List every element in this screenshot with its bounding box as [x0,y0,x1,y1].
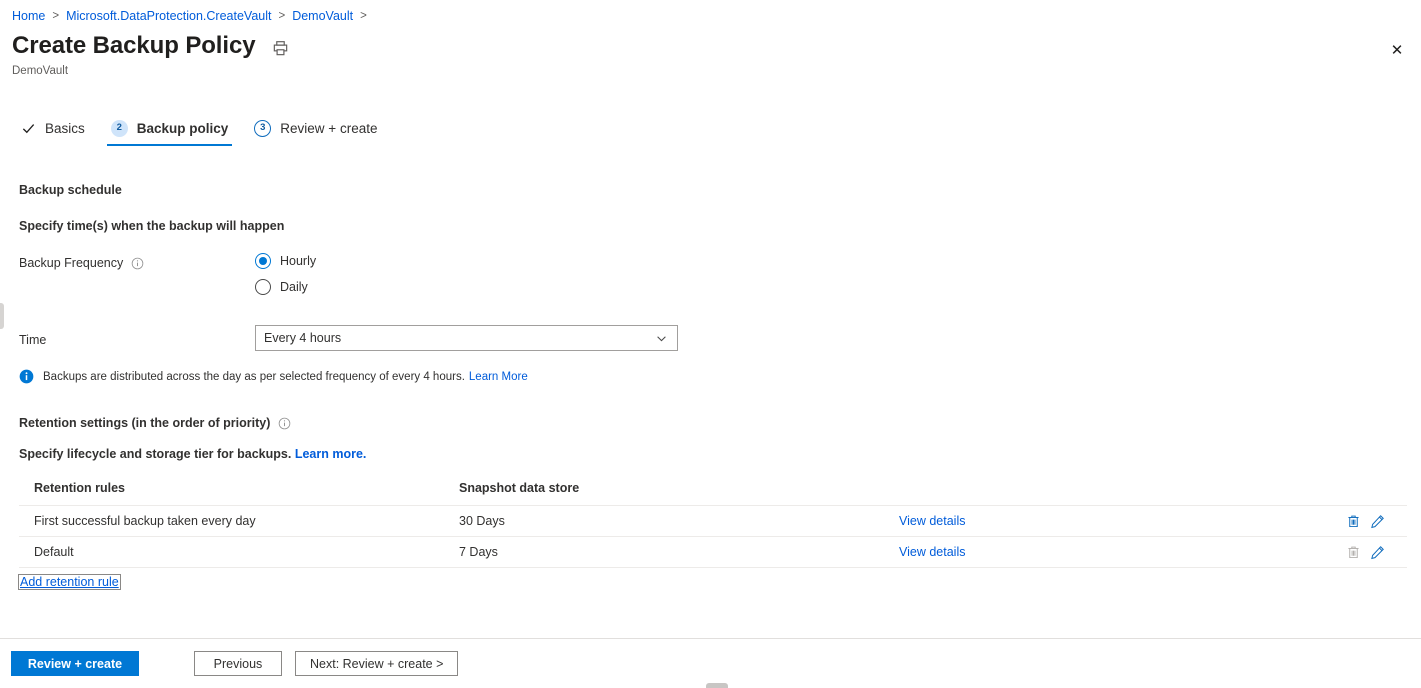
view-details-link[interactable]: View details [899,545,965,559]
info-circle-icon[interactable] [131,257,144,270]
radio-hourly-label: Hourly [280,254,317,268]
resize-handle[interactable] [706,683,728,688]
backup-schedule-heading: Backup schedule [19,183,122,197]
breadcrumb-item-demovault[interactable]: DemoVault [292,9,353,23]
pencil-icon[interactable] [1370,514,1385,529]
tab-basics[interactable]: Basics [17,112,89,144]
column-header-actions [1219,481,1407,495]
view-details-link[interactable]: View details [899,514,965,528]
breadcrumb-separator-icon: > [360,10,367,22]
tab-review-create-label: Review + create [280,120,378,136]
wizard-footer: Review + create Previous Next: Review + … [0,638,1421,688]
learn-more-retention-link[interactable]: Learn more. [295,447,367,461]
retention-settings-subtitle: Specify lifecycle and storage tier for b… [19,447,292,461]
tab-basics-label: Basics [45,120,85,136]
page-subtitle: DemoVault [12,65,69,77]
retention-rules-table: Retention rules Snapshot data store Firs… [19,481,1407,568]
printer-icon[interactable] [272,40,289,57]
breadcrumb-item-home[interactable]: Home [12,9,45,23]
backup-schedule-subheading: Specify time(s) when the backup will hap… [19,219,285,233]
backup-frequency-label: Backup Frequency [19,256,124,270]
column-header-details [899,481,1219,495]
time-select-value: Every 4 hours [264,331,342,345]
radio-daily-mark [255,279,271,295]
table-header-row: Retention rules Snapshot data store [19,481,1407,506]
info-circle-icon[interactable] [278,417,291,430]
frequency-info-banner-text: Backups are distributed across the day a… [43,370,465,383]
check-icon [21,121,36,136]
radio-daily-label: Daily [280,280,308,294]
row-snapshot-store: 7 Days [459,545,498,559]
radio-hourly-mark [255,253,271,269]
backup-frequency-radio-group: Hourly Daily [255,253,316,295]
trash-icon[interactable] [1346,514,1361,529]
column-header-snapshot-data-store: Snapshot data store [459,481,580,495]
breadcrumb: Home > Microsoft.DataProtection.CreateVa… [12,9,374,23]
radio-hourly[interactable]: Hourly [255,253,316,269]
table-row: First successful backup taken every day … [19,506,1407,537]
create-backup-policy-blade: Home > Microsoft.DataProtection.CreateVa… [0,0,1421,688]
breadcrumb-separator-icon: > [52,10,60,22]
tab-backup-policy-label: Backup policy [136,120,229,136]
retention-settings-subheading: Specify lifecycle and storage tier for b… [19,447,1421,461]
radio-daily[interactable]: Daily [255,279,316,295]
learn-more-link[interactable]: Learn More [469,371,528,383]
review-create-button[interactable]: Review + create [11,651,139,676]
form-body: Backup schedule Specify time(s) when the… [0,183,1421,591]
backup-frequency-row: Backup Frequency Hourly Daily [19,253,1421,295]
row-rule-name: First successful backup taken every day [34,514,256,528]
retention-settings-heading: Retention settings (in the order of prio… [19,416,1421,430]
panel-edge-handle [0,303,4,329]
close-icon[interactable]: ✕ [1385,38,1409,62]
step-badge-2: 2 [110,119,128,137]
trash-icon [1346,545,1361,560]
add-retention-rule-link[interactable]: Add retention rule [18,574,121,590]
time-label: Time [19,332,47,347]
pencil-icon[interactable] [1370,545,1385,560]
frequency-info-banner: Backups are distributed across the day a… [19,369,1421,384]
previous-button[interactable]: Previous [194,651,282,676]
time-row: Time Every 4 hours [19,325,1421,351]
step-badge-3: 3 [254,119,272,137]
row-rule-name: Default [34,545,74,559]
title-row: Create Backup Policy [12,31,289,61]
tab-backup-policy[interactable]: 2 Backup policy [106,112,233,146]
chevron-down-icon [655,332,668,345]
breadcrumb-separator-icon: > [278,10,286,22]
next-button[interactable]: Next: Review + create > [295,651,459,676]
table-row: Default 7 Days View details [19,537,1407,568]
retention-settings-title: Retention settings (in the order of prio… [19,416,271,430]
column-header-retention-rules: Retention rules [34,481,125,495]
backup-frequency-label-wrap: Backup Frequency [19,253,255,270]
breadcrumb-item-create-vault[interactable]: Microsoft.DataProtection.CreateVault [66,9,271,23]
row-snapshot-store: 30 Days [459,514,505,528]
tab-review-create[interactable]: 3 Review + create [250,112,381,144]
info-filled-icon [19,369,34,384]
time-select[interactable]: Every 4 hours [255,325,678,351]
page-title: Create Backup Policy [12,32,256,59]
wizard-tabs: Basics 2 Backup policy 3 Review + create [17,112,399,146]
time-label-wrap: Time [19,330,255,347]
